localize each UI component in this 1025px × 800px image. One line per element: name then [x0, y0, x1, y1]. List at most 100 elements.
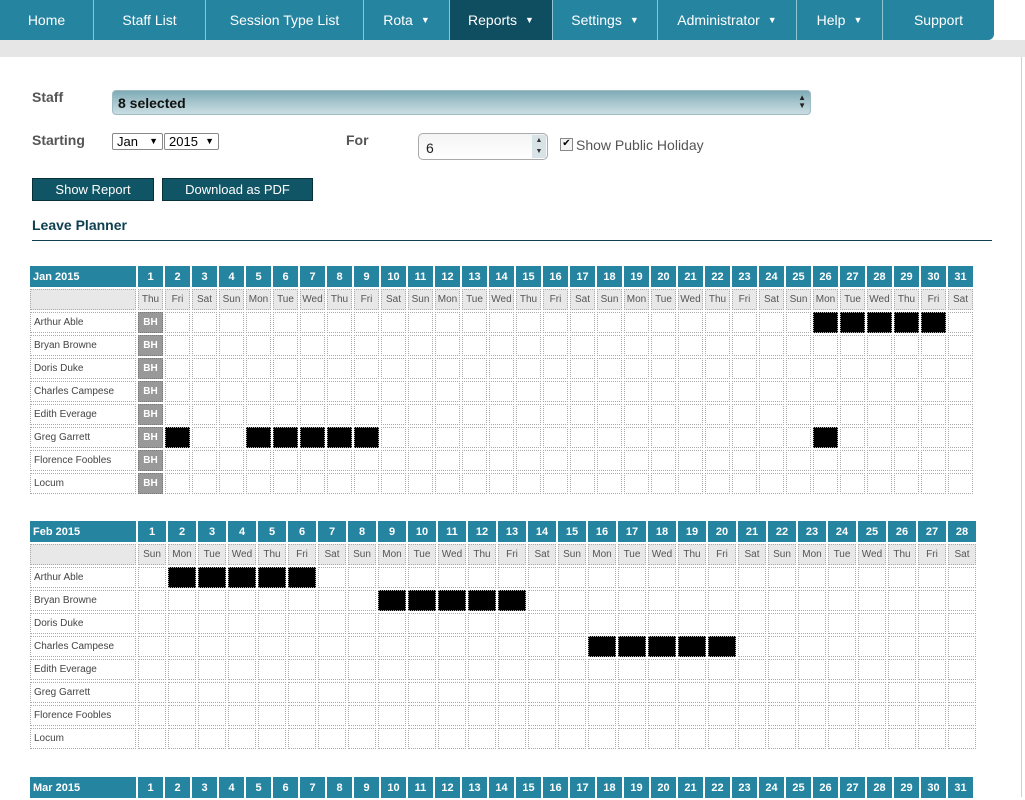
day-cell[interactable]: [516, 381, 541, 402]
day-cell[interactable]: [516, 450, 541, 471]
day-cell[interactable]: [516, 473, 541, 494]
day-cell[interactable]: [273, 312, 298, 333]
day-cell[interactable]: [867, 473, 892, 494]
day-cell[interactable]: [588, 613, 616, 634]
day-cell[interactable]: [867, 404, 892, 425]
day-cell[interactable]: [498, 567, 526, 588]
day-cell[interactable]: [348, 728, 376, 749]
day-cell[interactable]: [828, 636, 856, 657]
leave-cell[interactable]: [378, 590, 406, 611]
day-cell[interactable]: [558, 590, 586, 611]
day-cell[interactable]: [921, 381, 946, 402]
day-cell[interactable]: [408, 450, 433, 471]
day-cell[interactable]: [288, 705, 316, 726]
day-cell[interactable]: [759, 473, 784, 494]
day-cell[interactable]: [768, 659, 796, 680]
day-cell[interactable]: [678, 358, 703, 379]
day-cell[interactable]: [489, 312, 514, 333]
leave-cell[interactable]: [867, 312, 892, 333]
day-cell[interactable]: [888, 682, 916, 703]
day-cell[interactable]: [354, 358, 379, 379]
day-cell[interactable]: [798, 728, 826, 749]
day-cell[interactable]: [378, 728, 406, 749]
day-cell[interactable]: [489, 450, 514, 471]
day-cell[interactable]: [867, 381, 892, 402]
day-cell[interactable]: [438, 705, 466, 726]
day-cell[interactable]: [438, 613, 466, 634]
day-cell[interactable]: [327, 473, 352, 494]
day-cell[interactable]: [624, 404, 649, 425]
day-cell[interactable]: [858, 590, 886, 611]
show-report-button[interactable]: Show Report: [32, 178, 154, 201]
day-cell[interactable]: [918, 590, 946, 611]
leave-cell[interactable]: [408, 590, 436, 611]
day-cell[interactable]: [624, 335, 649, 356]
day-cell[interactable]: [828, 567, 856, 588]
day-cell[interactable]: [408, 728, 436, 749]
day-cell[interactable]: [198, 613, 226, 634]
day-cell[interactable]: [828, 728, 856, 749]
day-cell[interactable]: [318, 659, 346, 680]
day-cell[interactable]: [828, 613, 856, 634]
leave-cell[interactable]: [198, 567, 226, 588]
day-cell[interactable]: [888, 590, 916, 611]
day-cell[interactable]: [543, 450, 568, 471]
day-cell[interactable]: [246, 335, 271, 356]
day-cell[interactable]: [828, 659, 856, 680]
day-cell[interactable]: [678, 659, 706, 680]
nav-session-type-list[interactable]: Session Type List: [206, 0, 364, 40]
day-cell[interactable]: [258, 636, 286, 657]
day-cell[interactable]: [273, 335, 298, 356]
day-cell[interactable]: [738, 682, 766, 703]
day-cell[interactable]: [468, 567, 496, 588]
day-cell[interactable]: [558, 728, 586, 749]
day-cell[interactable]: [348, 659, 376, 680]
leave-cell[interactable]: [438, 590, 466, 611]
day-cell[interactable]: [840, 404, 865, 425]
day-cell[interactable]: [348, 590, 376, 611]
day-cell[interactable]: [381, 358, 406, 379]
day-cell[interactable]: [705, 358, 730, 379]
day-cell[interactable]: [516, 358, 541, 379]
day-cell[interactable]: [435, 381, 460, 402]
day-cell[interactable]: [219, 450, 244, 471]
day-cell[interactable]: [768, 636, 796, 657]
day-cell[interactable]: [705, 473, 730, 494]
leave-cell[interactable]: [618, 636, 646, 657]
day-cell[interactable]: [705, 404, 730, 425]
day-cell[interactable]: [138, 728, 166, 749]
day-cell[interactable]: [273, 404, 298, 425]
day-cell[interactable]: [378, 682, 406, 703]
nav-settings[interactable]: Settings ▼: [553, 0, 658, 40]
day-cell[interactable]: [528, 613, 556, 634]
day-cell[interactable]: [918, 728, 946, 749]
day-cell[interactable]: [558, 705, 586, 726]
day-cell[interactable]: [948, 728, 976, 749]
day-cell[interactable]: [516, 427, 541, 448]
day-cell[interactable]: [258, 682, 286, 703]
day-cell[interactable]: [786, 473, 811, 494]
day-cell[interactable]: [648, 590, 676, 611]
day-cell[interactable]: [273, 358, 298, 379]
day-cell[interactable]: [498, 682, 526, 703]
day-cell[interactable]: [258, 705, 286, 726]
leave-cell[interactable]: [708, 636, 736, 657]
day-cell[interactable]: [738, 705, 766, 726]
day-cell[interactable]: [921, 358, 946, 379]
day-cell[interactable]: [948, 450, 973, 471]
day-cell[interactable]: [318, 682, 346, 703]
day-cell[interactable]: [759, 312, 784, 333]
day-cell[interactable]: [813, 450, 838, 471]
for-spinner[interactable]: 6 ▲ ▼: [418, 133, 548, 160]
day-cell[interactable]: [489, 381, 514, 402]
day-cell[interactable]: [246, 381, 271, 402]
day-cell[interactable]: [618, 705, 646, 726]
day-cell[interactable]: [759, 404, 784, 425]
day-cell[interactable]: [858, 728, 886, 749]
day-cell[interactable]: [168, 590, 196, 611]
day-cell[interactable]: [138, 590, 166, 611]
day-cell[interactable]: [786, 335, 811, 356]
day-cell[interactable]: [438, 567, 466, 588]
day-cell[interactable]: [489, 427, 514, 448]
leave-cell[interactable]: [588, 636, 616, 657]
